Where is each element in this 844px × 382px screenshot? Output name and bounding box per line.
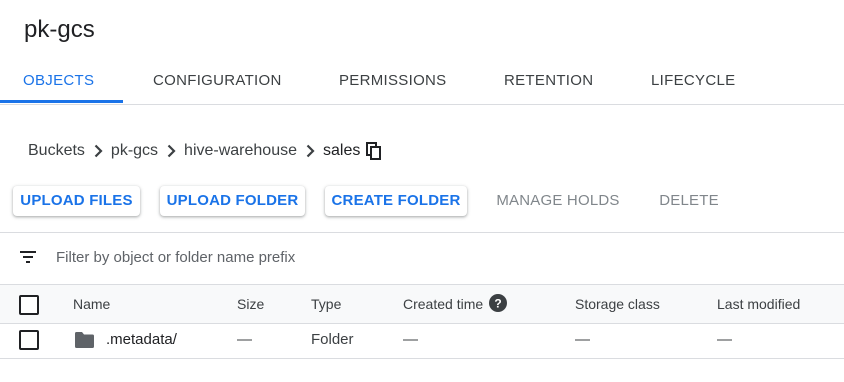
folder-icon xyxy=(75,332,94,353)
select-all-checkbox[interactable] xyxy=(19,295,39,315)
tab-configuration[interactable]: CONFIGURATION xyxy=(153,58,282,104)
column-storage-class[interactable]: Storage class xyxy=(575,285,660,323)
column-type[interactable]: Type xyxy=(311,285,341,323)
row-checkbox[interactable] xyxy=(19,330,39,350)
manage-holds-button[interactable]: MANAGE HOLDS xyxy=(487,186,629,216)
column-size[interactable]: Size xyxy=(237,285,264,323)
breadcrumb-buckets[interactable]: Buckets xyxy=(28,142,85,160)
page-title: pk-gcs xyxy=(24,16,95,43)
svg-text:?: ? xyxy=(494,297,501,311)
column-created-time-label: Created time xyxy=(403,296,484,312)
tab-permissions[interactable]: PERMISSIONS xyxy=(339,58,447,104)
upload-files-button[interactable]: UPLOAD FILES xyxy=(13,186,140,216)
create-folder-button[interactable]: CREATE FOLDER xyxy=(325,186,467,216)
filter-input[interactable] xyxy=(56,245,656,269)
tab-retention[interactable]: RETENTION xyxy=(504,58,593,104)
help-icon[interactable]: ? xyxy=(489,294,508,312)
cell-created-time: — xyxy=(403,331,418,348)
breadcrumb-bucket[interactable]: pk-gcs xyxy=(111,142,158,160)
filter-list-icon[interactable] xyxy=(20,250,36,269)
copy-path-icon[interactable] xyxy=(366,141,382,161)
cell-last-modified: — xyxy=(717,331,732,348)
filter-bar xyxy=(0,232,844,284)
active-tab-indicator xyxy=(0,100,123,103)
action-toolbar: UPLOAD FILES UPLOAD FOLDER CREATE FOLDER… xyxy=(0,186,844,216)
cell-storage-class: — xyxy=(575,331,590,348)
delete-button[interactable]: DELETE xyxy=(651,186,727,216)
tab-bar: OBJECTS CONFIGURATION PERMISSIONS RETENT… xyxy=(0,58,844,105)
object-name-link[interactable]: .metadata/ xyxy=(106,322,177,358)
tab-lifecycle[interactable]: LIFECYCLE xyxy=(651,58,735,104)
column-created-time[interactable]: Created time? xyxy=(403,285,508,323)
upload-folder-button[interactable]: UPLOAD FOLDER xyxy=(160,186,305,216)
column-last-modified[interactable]: Last modified xyxy=(717,285,800,323)
breadcrumb-folder[interactable]: hive-warehouse xyxy=(184,142,297,160)
table-header: Name Size Type Created time? Storage cla… xyxy=(0,284,844,324)
breadcrumb-current: sales xyxy=(323,142,361,159)
cell-size: — xyxy=(237,331,252,348)
tab-objects[interactable]: OBJECTS xyxy=(23,58,94,104)
column-name[interactable]: Name xyxy=(73,285,110,323)
chevron-right-icon xyxy=(85,144,111,158)
cell-type: Folder xyxy=(311,331,354,348)
chevron-right-icon xyxy=(297,144,323,158)
table-row[interactable]: .metadata/ — Folder — — — xyxy=(0,322,844,359)
chevron-right-icon xyxy=(158,144,184,158)
breadcrumb: Buckets pk-gcs hive-warehouse sales xyxy=(28,141,382,161)
